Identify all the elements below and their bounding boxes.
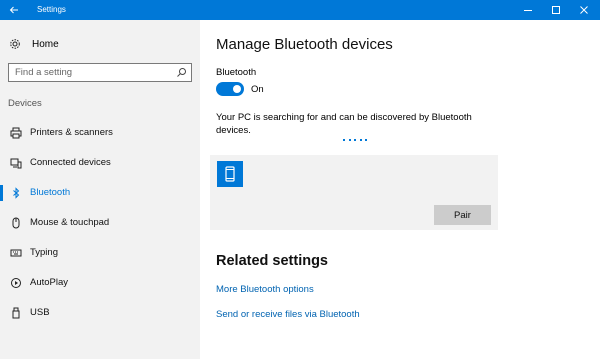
phone-icon — [225, 166, 235, 182]
maximize-button[interactable] — [542, 0, 570, 20]
bluetooth-icon — [9, 186, 23, 200]
search-box[interactable] — [8, 63, 192, 82]
sidebar-item-label: Connected devices — [30, 157, 111, 168]
sidebar-item-printers[interactable]: Printers & scanners — [0, 122, 200, 144]
home-label: Home — [32, 38, 59, 50]
pair-button[interactable]: Pair — [434, 205, 491, 225]
mouse-icon — [9, 216, 23, 230]
main-content: Manage Bluetooth devices Bluetooth On Yo… — [200, 20, 600, 359]
gear-icon — [9, 38, 23, 50]
maximize-icon — [552, 6, 560, 14]
back-arrow-icon — [9, 6, 18, 14]
device-card[interactable]: Pair — [210, 155, 498, 230]
bluetooth-toggle[interactable] — [216, 82, 244, 96]
page-title: Manage Bluetooth devices — [216, 36, 393, 53]
minimize-icon — [524, 10, 532, 11]
bluetooth-toggle-label: Bluetooth — [216, 67, 257, 78]
sidebar-item-label: Printers & scanners — [30, 127, 113, 138]
sidebar-item-label: Typing — [30, 247, 58, 258]
close-icon — [580, 6, 588, 14]
progress-dot — [354, 139, 356, 141]
back-button[interactable] — [0, 0, 28, 20]
send-receive-files-link[interactable]: Send or receive files via Bluetooth — [216, 309, 360, 320]
sidebar-item-label: USB — [30, 307, 50, 318]
home-nav-item[interactable]: Home — [9, 36, 59, 52]
usb-icon — [9, 306, 23, 320]
sidebar-item-label: Bluetooth — [30, 187, 71, 198]
device-tile — [217, 161, 243, 187]
progress-dot — [343, 139, 345, 141]
sidebar-item-typing[interactable]: Typing — [0, 242, 200, 264]
sidebar: Home Devices Printers & scanners Connect… — [0, 20, 200, 359]
minimize-button[interactable] — [514, 0, 542, 20]
sidebar-item-mouse[interactable]: Mouse & touchpad — [0, 212, 200, 234]
search-input[interactable] — [15, 66, 165, 79]
sidebar-item-usb[interactable]: USB — [0, 302, 200, 324]
printer-icon — [9, 126, 23, 140]
sidebar-item-connected-devices[interactable]: Connected devices — [0, 152, 200, 174]
sidebar-item-autoplay[interactable]: AutoPlay — [0, 272, 200, 294]
progress-dot — [359, 139, 362, 141]
toggle-state-label: On — [251, 84, 264, 95]
keyboard-icon — [9, 246, 23, 260]
progress-dot — [365, 139, 367, 141]
title-bar: Settings — [0, 0, 600, 20]
active-indicator — [0, 185, 3, 201]
discovery-status-text: Your PC is searching for and can be disc… — [216, 112, 472, 136]
close-button[interactable] — [570, 0, 598, 20]
toggle-knob — [233, 85, 241, 93]
search-icon[interactable] — [176, 67, 187, 81]
connected-devices-icon — [9, 156, 23, 170]
searching-progress-dots — [343, 139, 367, 142]
more-bluetooth-options-link[interactable]: More Bluetooth options — [216, 284, 314, 295]
section-label-devices: Devices — [8, 98, 42, 109]
related-settings-title: Related settings — [216, 253, 328, 269]
progress-dot — [348, 139, 351, 141]
autoplay-icon — [9, 276, 23, 290]
sidebar-item-bluetooth[interactable]: Bluetooth — [0, 182, 200, 204]
sidebar-item-label: Mouse & touchpad — [30, 217, 110, 228]
window-title: Settings — [37, 5, 66, 14]
sidebar-item-label: AutoPlay — [30, 277, 69, 288]
